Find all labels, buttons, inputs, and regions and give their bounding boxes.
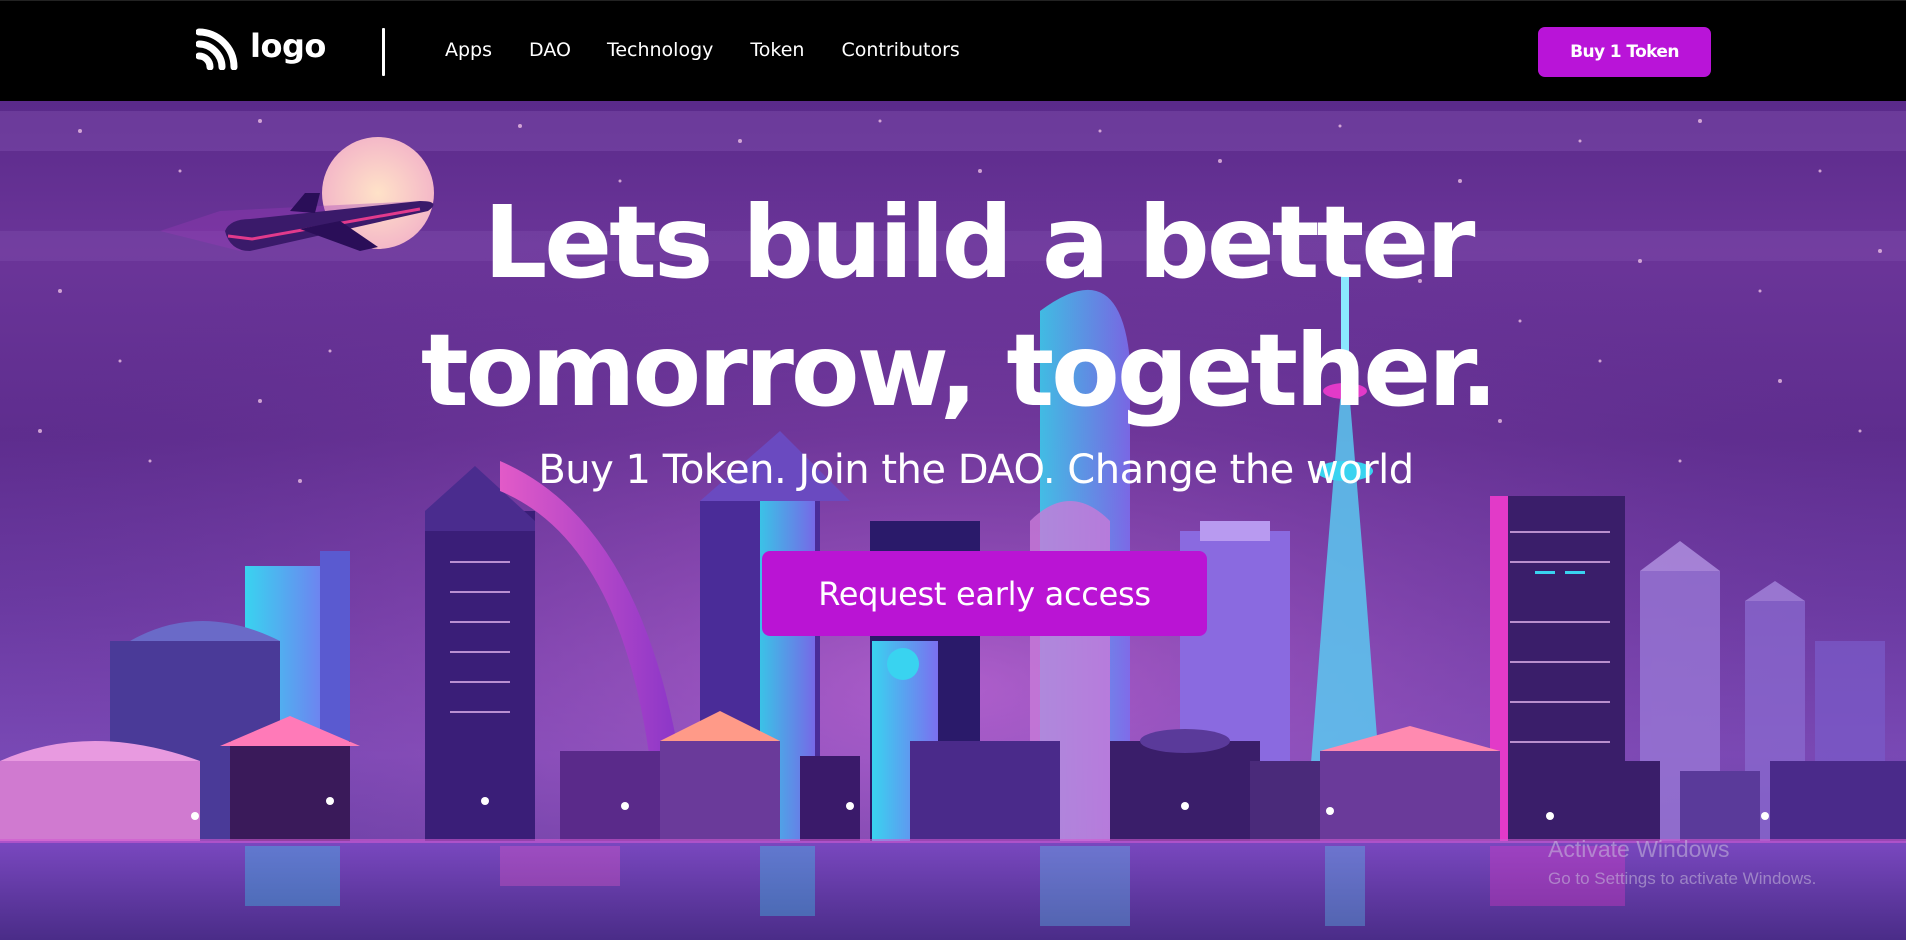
hero-subtitle: Buy 1 Token. Join the DAO. Change the wo… — [538, 447, 1414, 493]
logo-text: logo — [250, 27, 326, 65]
navbar: logo Apps DAO Technology Token Contribut… — [0, 0, 1906, 101]
logo[interactable]: logo — [196, 25, 326, 71]
request-early-access-button[interactable]: Request early access — [762, 551, 1207, 636]
hero-section: Lets build a better tomorrow, together. … — [0, 101, 1906, 940]
nav-link-apps[interactable]: Apps — [445, 39, 492, 61]
rss-feed-icon — [196, 26, 240, 70]
hero-title-line1: Lets build a better — [483, 184, 1476, 301]
main-nav: Apps DAO Technology Token Contributors — [445, 39, 960, 61]
nav-link-dao[interactable]: DAO — [529, 39, 571, 61]
watermark-title: Activate Windows — [1548, 836, 1730, 862]
hero-title: Lets build a better tomorrow, together. — [0, 179, 1906, 435]
nav-link-token[interactable]: Token — [750, 39, 804, 61]
nav-link-technology[interactable]: Technology — [607, 39, 713, 61]
activate-windows-watermark: Activate Windows Go to Settings to activ… — [1548, 836, 1816, 889]
nav-divider — [382, 28, 385, 76]
buy-token-button[interactable]: Buy 1 Token — [1538, 27, 1711, 77]
hero-title-line2: tomorrow, together. — [420, 312, 1498, 429]
watermark-subtitle: Go to Settings to activate Windows. — [1548, 869, 1817, 888]
nav-link-contributors[interactable]: Contributors — [841, 39, 959, 61]
